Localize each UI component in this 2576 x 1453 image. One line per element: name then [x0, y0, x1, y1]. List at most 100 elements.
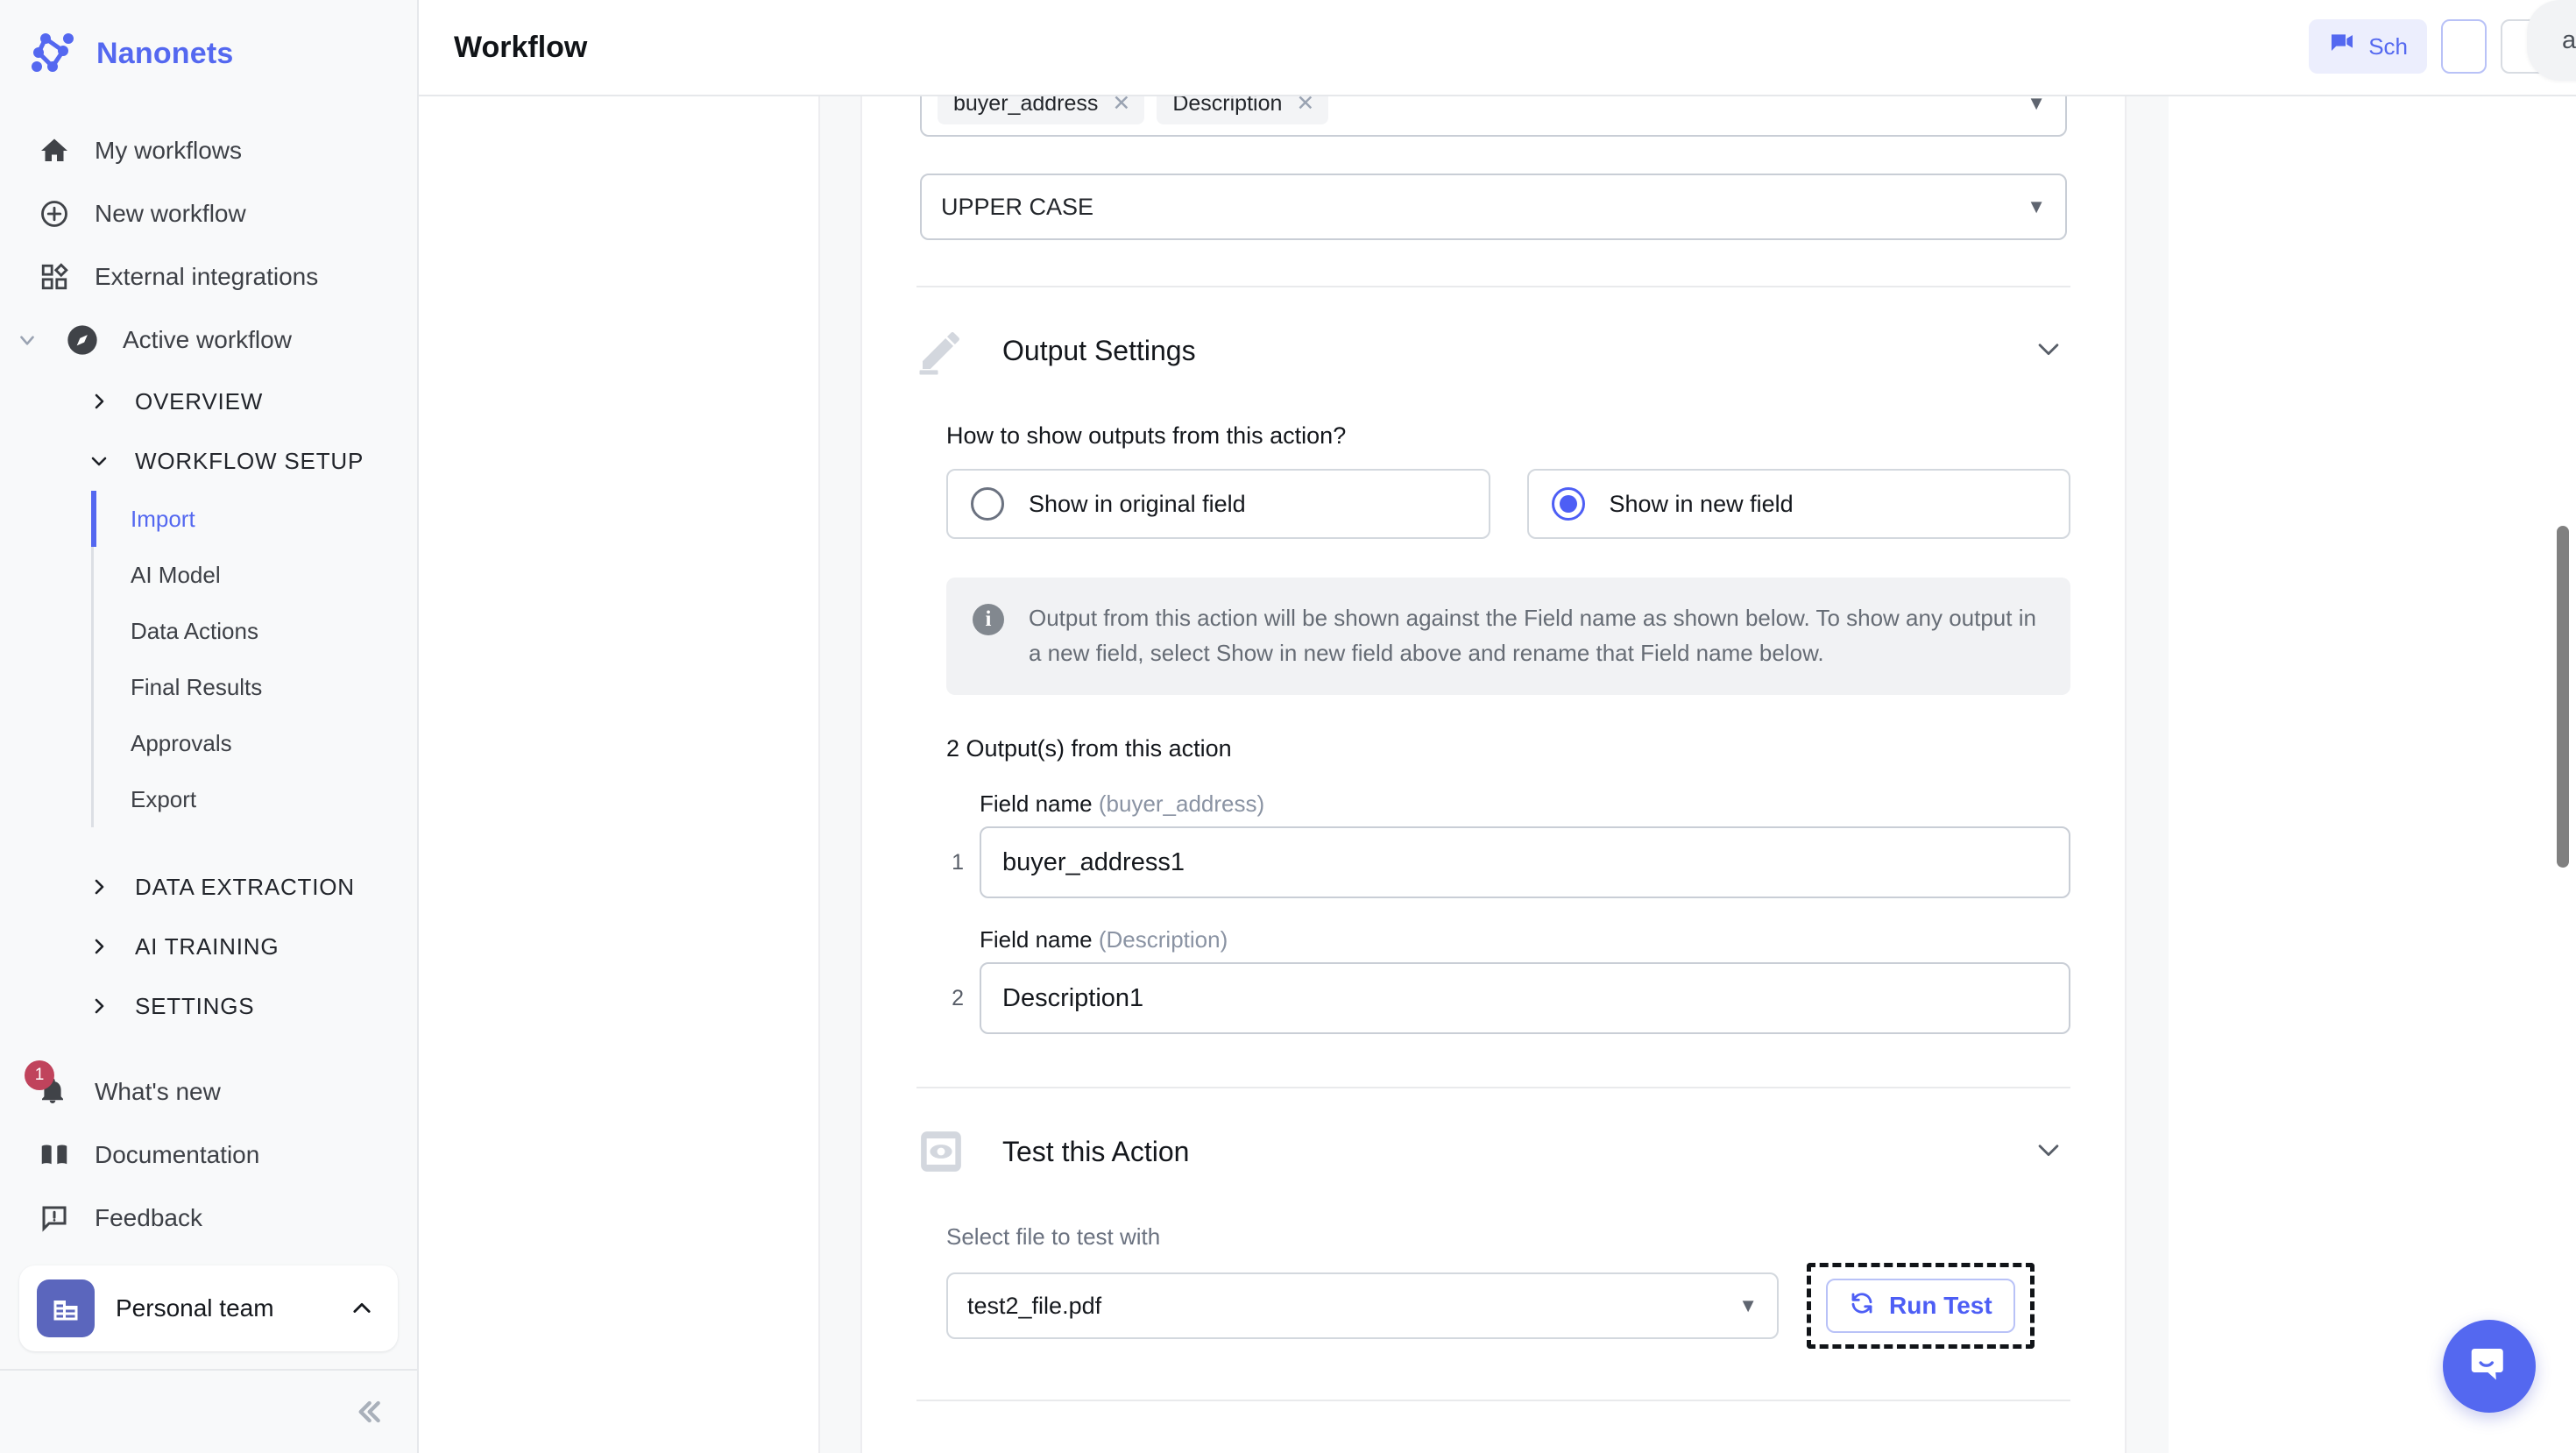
feedback-icon [37, 1201, 72, 1236]
account-email-tooltip: aryanagrawal@nanonets.com [2527, 0, 2576, 81]
output-field-row: 2 Description1 [946, 962, 2070, 1034]
building-icon [37, 1279, 95, 1337]
test-file-select[interactable]: test2_file.pdf ▼ [946, 1272, 1779, 1339]
section-divider [916, 1400, 2070, 1401]
chevron-right-icon [84, 386, 114, 416]
chevron-down-icon[interactable] [2034, 1135, 2063, 1169]
output-settings-header[interactable]: Output Settings [862, 287, 2125, 375]
output-field-block: Field name (Description) 2 Description1 [862, 898, 2125, 1034]
sidebar-subitem-label: Approvals [131, 729, 232, 756]
sidebar-item-whats-new[interactable]: 1 What's new [0, 1060, 417, 1123]
test-file-row: test2_file.pdf ▼ Run Test [862, 1251, 2125, 1349]
sidebar-group-label: OVERVIEW [135, 387, 264, 415]
home-icon [37, 133, 72, 168]
content-area: Select one or more fields buyer_address … [419, 96, 2576, 1453]
sidebar-subitem-label: Final Results [131, 673, 263, 700]
field-chip[interactable]: Description ✕ [1157, 96, 1329, 124]
topbar-primary-button[interactable] [2441, 19, 2487, 74]
sidebar-item-final-results[interactable]: Final Results [94, 659, 417, 715]
radio-show-in-new-field[interactable]: Show in new field [1526, 469, 2070, 539]
sidebar-item-new-workflow[interactable]: New workflow [0, 182, 417, 245]
whats-new-badge: 1 [25, 1060, 54, 1090]
refresh-icon [1849, 1290, 1875, 1322]
brand[interactable]: Nanonets [0, 0, 417, 103]
chevron-down-icon[interactable] [12, 325, 42, 355]
close-icon[interactable]: ✕ [1112, 96, 1130, 117]
sidebar-subitem-label: Data Actions [131, 617, 258, 644]
chevron-down-icon[interactable]: ▼ [2027, 195, 2046, 218]
chevron-right-icon [84, 872, 114, 902]
output-mode-question: How to show outputs from this action? [946, 422, 1347, 449]
sidebar-group-settings[interactable]: SETTINGS [0, 976, 417, 1036]
top-bar: Workflow Sch aryanagrawal@nanonets.com [419, 0, 2576, 96]
field-name-text: Field name [980, 926, 1093, 953]
chevron-down-icon[interactable] [2034, 334, 2063, 368]
run-test-button[interactable]: Run Test [1826, 1279, 2015, 1333]
sidebar-item-label: Active workflow [123, 326, 292, 353]
chat-bubble-icon [2466, 1341, 2513, 1393]
sidebar-subitem-label: Import [131, 505, 195, 532]
sidebar-item-export[interactable]: Export [94, 771, 417, 827]
chevron-down-icon[interactable]: ▼ [2027, 96, 2046, 115]
test-action-header[interactable]: Test this Action [862, 1088, 2125, 1176]
test-file-value: test2_file.pdf [967, 1292, 1102, 1319]
chevron-up-icon[interactable] [347, 1294, 377, 1323]
case-transform-select[interactable]: UPPER CASE ▼ [920, 174, 2067, 240]
field-chip[interactable]: buyer_address ✕ [938, 96, 1145, 124]
sidebar-item-active-workflow[interactable]: Active workflow [0, 308, 417, 372]
field-source-text: (buyer_address) [1098, 790, 1265, 817]
sidebar-group-overview[interactable]: OVERVIEW [0, 372, 417, 431]
output-info-banner: i Output from this action will be shown … [946, 578, 2070, 695]
double-chevron-left-icon[interactable] [350, 1394, 386, 1429]
output-field-input-1[interactable]: buyer_address1 [980, 826, 2070, 898]
field-chip-label: Description [1172, 96, 1283, 116]
sidebar-item-import[interactable]: Import [91, 491, 417, 547]
pencil-icon [916, 326, 966, 375]
sidebar-group-label: WORKFLOW SETUP [135, 447, 364, 474]
output-field-row: 1 buyer_address1 [946, 826, 2070, 898]
output-info-text: Output from this action will be shown ag… [1029, 605, 2036, 666]
content-left-pad [419, 96, 820, 1453]
bell-icon: 1 [25, 1060, 72, 1109]
sidebar-item-external-integrations[interactable]: External integrations [0, 245, 417, 308]
schedule-call-button[interactable]: Sch [2309, 19, 2427, 74]
vertical-scrollbar[interactable] [2557, 526, 2569, 868]
sidebar-item-data-actions[interactable]: Data Actions [94, 603, 417, 659]
chevron-down-icon[interactable]: ▼ [1738, 1294, 1758, 1317]
close-icon[interactable]: ✕ [1296, 96, 1314, 117]
sidebar-group-data-extraction[interactable]: DATA EXTRACTION [0, 857, 417, 917]
nanonets-logo-icon [30, 30, 77, 77]
run-test-focus-ring: Run Test [1807, 1263, 2035, 1349]
eye-icon [916, 1127, 966, 1176]
output-field-block: Field name (buyer_address) 1 buyer_addre… [862, 762, 2125, 898]
sidebar-item-documentation[interactable]: Documentation [0, 1123, 417, 1187]
output-field-label: Field name (buyer_address) [946, 790, 2070, 818]
page-title: Workflow [454, 30, 588, 64]
sidebar-item-approvals[interactable]: Approvals [94, 715, 417, 771]
content-left-gutter [820, 96, 862, 1453]
compass-icon [65, 322, 100, 358]
output-index: 1 [952, 849, 964, 875]
sidebar-item-my-workflows[interactable]: My workflows [0, 119, 417, 182]
output-field-input-2[interactable]: Description1 [980, 962, 2070, 1034]
sidebar-group-workflow-setup[interactable]: WORKFLOW SETUP [0, 431, 417, 491]
info-icon: i [973, 604, 1004, 635]
sidebar-subitem-label: Export [131, 785, 197, 812]
action-config-inner: Select one or more fields buyer_address … [862, 96, 2125, 1401]
book-icon [37, 1138, 72, 1173]
sidebar-item-feedback[interactable]: Feedback [0, 1187, 417, 1250]
workflow-setup-sublist: Import AI Model Data Actions Final Resul… [91, 491, 417, 827]
sidebar-item-ai-model[interactable]: AI Model [94, 547, 417, 603]
fields-multiselect[interactable]: buyer_address ✕ Description ✕ ▼ [920, 96, 2067, 137]
video-chat-icon [2328, 30, 2356, 64]
run-test-label: Run Test [1889, 1292, 1992, 1319]
output-mode-options: Show in original field Show in new field [862, 450, 2125, 539]
team-switcher[interactable]: Personal team [19, 1265, 398, 1351]
radio-show-in-original-field[interactable]: Show in original field [946, 469, 1490, 539]
brand-name: Nanonets [96, 36, 234, 70]
sidebar-group-label: AI TRAINING [135, 932, 280, 960]
chevron-right-icon [84, 932, 114, 961]
sidebar-group-ai-training[interactable]: AI TRAINING [0, 917, 417, 976]
intercom-chat-button[interactable] [2443, 1320, 2536, 1413]
sidebar-group-label: DATA EXTRACTION [135, 873, 355, 900]
